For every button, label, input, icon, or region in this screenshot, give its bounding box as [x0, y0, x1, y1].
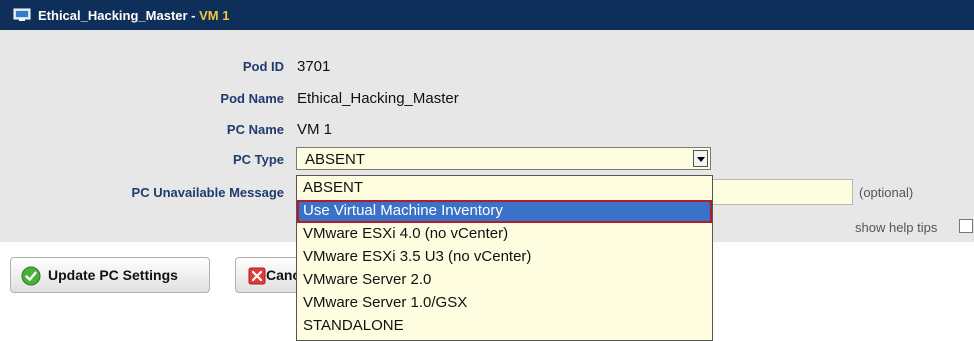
pc-name-label: PC Name [226, 122, 284, 137]
pc-unavailable-message-input[interactable] [713, 179, 853, 205]
update-pc-settings-button[interactable]: Update PC Settings [10, 257, 210, 293]
pod-id-label: Pod ID [242, 59, 284, 74]
update-button-label: Update PC Settings [48, 267, 178, 283]
pod-name-label: Pod Name [220, 91, 284, 106]
pod-id-value: 3701 [297, 58, 331, 75]
window-title: Ethical_Hacking_Master - VM 1 [38, 8, 230, 23]
show-help-tips-label: show help tips [855, 220, 938, 235]
computer-icon [13, 8, 31, 21]
pc-type-option[interactable]: VMware Server 1.0/GSX [297, 292, 712, 315]
pc-type-option[interactable]: STANDALONE [297, 315, 712, 338]
chevron-down-icon[interactable] [693, 150, 708, 167]
check-icon [21, 266, 41, 286]
pc-unavailable-message-label: PC Unavailable Message [131, 185, 284, 200]
x-icon [248, 267, 266, 285]
pc-type-option-highlighted[interactable]: Use Virtual Machine Inventory [297, 200, 712, 223]
pc-type-selected-value: ABSENT [305, 151, 366, 168]
pc-type-option[interactable]: VMware ESXi 4.0 (no vCenter) [297, 223, 712, 246]
pc-type-label: PC Type [232, 152, 284, 167]
pod-name-value: Ethical_Hacking_Master [297, 90, 459, 107]
pc-type-option[interactable]: VMware ESXi 3.5 U3 (no vCenter) [297, 246, 712, 269]
pc-type-option[interactable]: VMware Server 2.0 [297, 269, 712, 292]
show-help-tips-checkbox[interactable] [959, 219, 973, 233]
window-titlebar: Ethical_Hacking_Master - VM 1 [0, 0, 974, 30]
pc-type-select[interactable]: ABSENT [296, 147, 711, 170]
optional-hint: (optional) [859, 185, 914, 200]
pc-type-option[interactable]: ABSENT [297, 177, 712, 200]
pc-type-options-list: ABSENT Use Virtual Machine Inventory VMw… [296, 175, 713, 341]
pc-name-value: VM 1 [297, 121, 333, 138]
